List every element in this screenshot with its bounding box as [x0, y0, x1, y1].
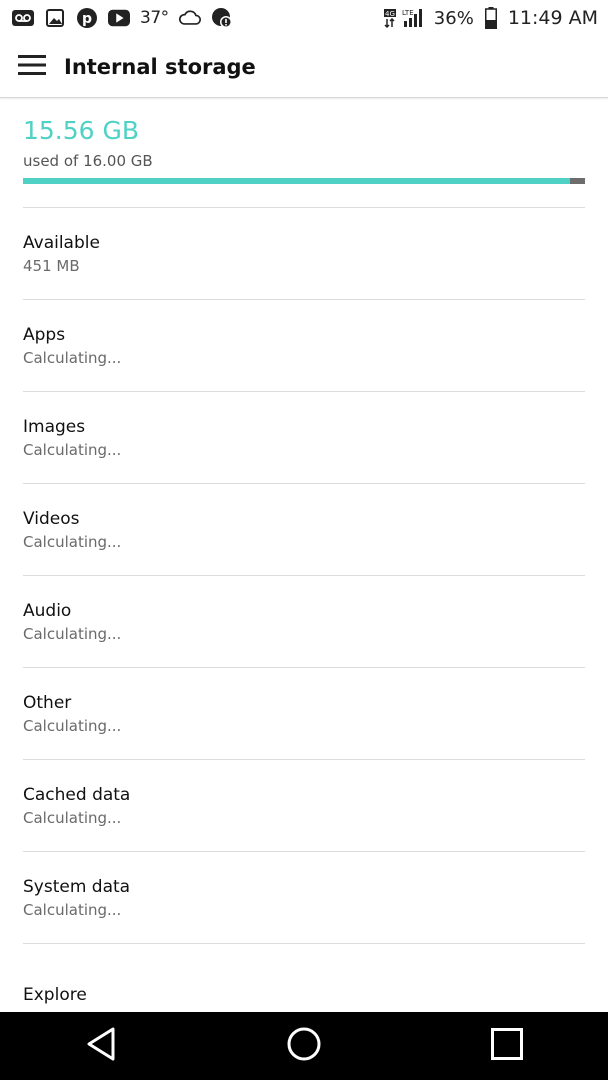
storage-progress-bar: [23, 178, 585, 184]
storage-progress-fill: [23, 178, 570, 184]
cloud-icon: [178, 7, 201, 29]
item-value: Calculating...: [23, 349, 122, 367]
list-item-cached-data[interactable]: Cached data Calculating...: [23, 760, 585, 852]
home-button[interactable]: [264, 1012, 344, 1080]
item-value: Calculating...: [23, 809, 122, 827]
home-icon: [287, 1027, 321, 1065]
storage-category-list: Available 451 MB Apps Calculating... Ima…: [23, 208, 585, 944]
status-bar: p 37° 4G LTE 36% 11:49 AM: [0, 0, 608, 36]
image-icon: [44, 7, 66, 29]
menu-button[interactable]: [0, 36, 64, 98]
item-title: Videos: [23, 509, 80, 529]
youtube-icon: [108, 7, 130, 29]
item-title: Images: [23, 417, 86, 437]
list-item-images[interactable]: Images Calculating...: [23, 392, 585, 484]
status-right: 4G LTE 36% 11:49 AM: [383, 7, 598, 29]
back-icon: [86, 1027, 116, 1065]
network-lte-icon: 4G LTE: [383, 7, 424, 29]
svg-text:4G: 4G: [385, 10, 395, 18]
explore-button[interactable]: Explore: [23, 985, 87, 1005]
page-title: Internal storage: [64, 54, 256, 79]
used-of-total: used of 16.00 GB: [23, 152, 153, 170]
alert-shield-icon: [211, 7, 233, 29]
pinterest-icon: p: [76, 7, 98, 29]
item-value: Calculating...: [23, 625, 122, 643]
item-title: Apps: [23, 325, 66, 345]
item-value: Calculating...: [23, 533, 122, 551]
list-item-system-data[interactable]: System data Calculating...: [23, 852, 585, 944]
list-item-apps[interactable]: Apps Calculating...: [23, 300, 585, 392]
recents-icon: [490, 1028, 523, 1064]
item-value: Calculating...: [23, 901, 122, 919]
menu-icon: [18, 54, 46, 79]
clock: 11:49 AM: [507, 7, 598, 29]
battery-percent: 36%: [433, 7, 474, 29]
item-title: Available: [23, 233, 100, 253]
list-item-videos[interactable]: Videos Calculating...: [23, 484, 585, 576]
item-value: Calculating...: [23, 441, 122, 459]
battery-icon: [484, 7, 498, 29]
recents-button[interactable]: [467, 1012, 547, 1080]
svg-text:LTE: LTE: [402, 9, 414, 17]
item-value: Calculating...: [23, 717, 122, 735]
item-title: Audio: [23, 601, 72, 621]
used-amount: 15.56 GB: [23, 116, 140, 145]
navigation-bar: [0, 1012, 608, 1080]
app-bar: Internal storage: [0, 36, 608, 98]
list-item-other[interactable]: Other Calculating...: [23, 668, 585, 760]
item-title: Other: [23, 693, 72, 713]
status-left: p 37°: [12, 7, 233, 29]
list-item-available[interactable]: Available 451 MB: [23, 208, 585, 300]
voicemail-icon: [12, 7, 34, 29]
back-button[interactable]: [61, 1012, 141, 1080]
list-item-audio[interactable]: Audio Calculating...: [23, 576, 585, 668]
svg-text:p: p: [82, 11, 92, 27]
item-title: System data: [23, 877, 131, 897]
item-title: Cached data: [23, 785, 131, 805]
temperature: 37°: [140, 8, 169, 28]
storage-summary: 15.56 GB used of 16.00 GB: [23, 114, 585, 184]
item-value: 451 MB: [23, 257, 80, 275]
